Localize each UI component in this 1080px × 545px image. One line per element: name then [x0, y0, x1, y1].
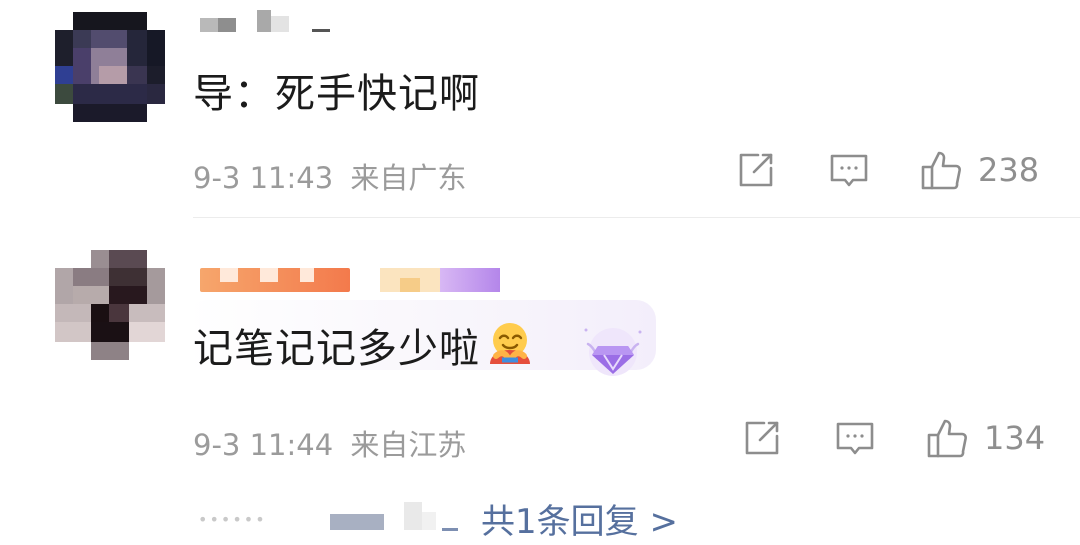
share-button[interactable]	[742, 418, 782, 458]
comment-meta: 9-3 11:43 来自广东	[193, 155, 466, 197]
hugging-face-emoji	[486, 320, 534, 379]
comment-location: 来自广东	[350, 161, 467, 195]
reply-button[interactable]	[835, 418, 875, 458]
reply-usernames-obscured	[330, 498, 470, 534]
thumbs-up-icon	[920, 148, 964, 192]
comment-text: 导：死手快记啊	[193, 71, 480, 117]
comment-item: 导：死手快记啊 9-3 11:43 来自广东 238	[0, 0, 1080, 218]
view-replies-link[interactable]: 共1条回复 >	[481, 494, 678, 543]
share-icon	[736, 150, 776, 190]
like-count: 134	[984, 419, 1046, 457]
user-avatar[interactable]	[55, 12, 165, 122]
like-button[interactable]: 238	[920, 148, 1039, 192]
divider	[193, 217, 1080, 218]
replies-dots: ••••••	[198, 510, 267, 529]
share-icon	[742, 418, 782, 458]
user-avatar[interactable]	[55, 250, 165, 360]
like-count: 238	[978, 151, 1040, 189]
reply-button[interactable]	[829, 150, 869, 190]
thumbs-up-icon	[926, 416, 970, 460]
like-button[interactable]: 134	[926, 416, 1045, 460]
comment-icon	[835, 418, 875, 458]
comment-meta: 9-3 11:44 来自江苏	[193, 422, 466, 464]
comment-text-content: 记笔记记多少啦	[193, 326, 480, 372]
share-button[interactable]	[736, 150, 776, 190]
purple-diamond-badge-icon	[578, 322, 648, 382]
comment-item: 记笔记记多少啦 9-3 11:44 来自江苏 134	[0, 232, 1080, 462]
comment-location: 来自江苏	[350, 428, 467, 462]
comment-time: 9-3 11:43	[193, 161, 334, 195]
replies-row[interactable]: •••••• 共1条回复 >	[0, 490, 1080, 543]
comment-icon	[829, 150, 869, 190]
comment-time: 9-3 11:44	[193, 428, 334, 462]
comment-text: 记笔记记多少啦	[193, 320, 534, 379]
